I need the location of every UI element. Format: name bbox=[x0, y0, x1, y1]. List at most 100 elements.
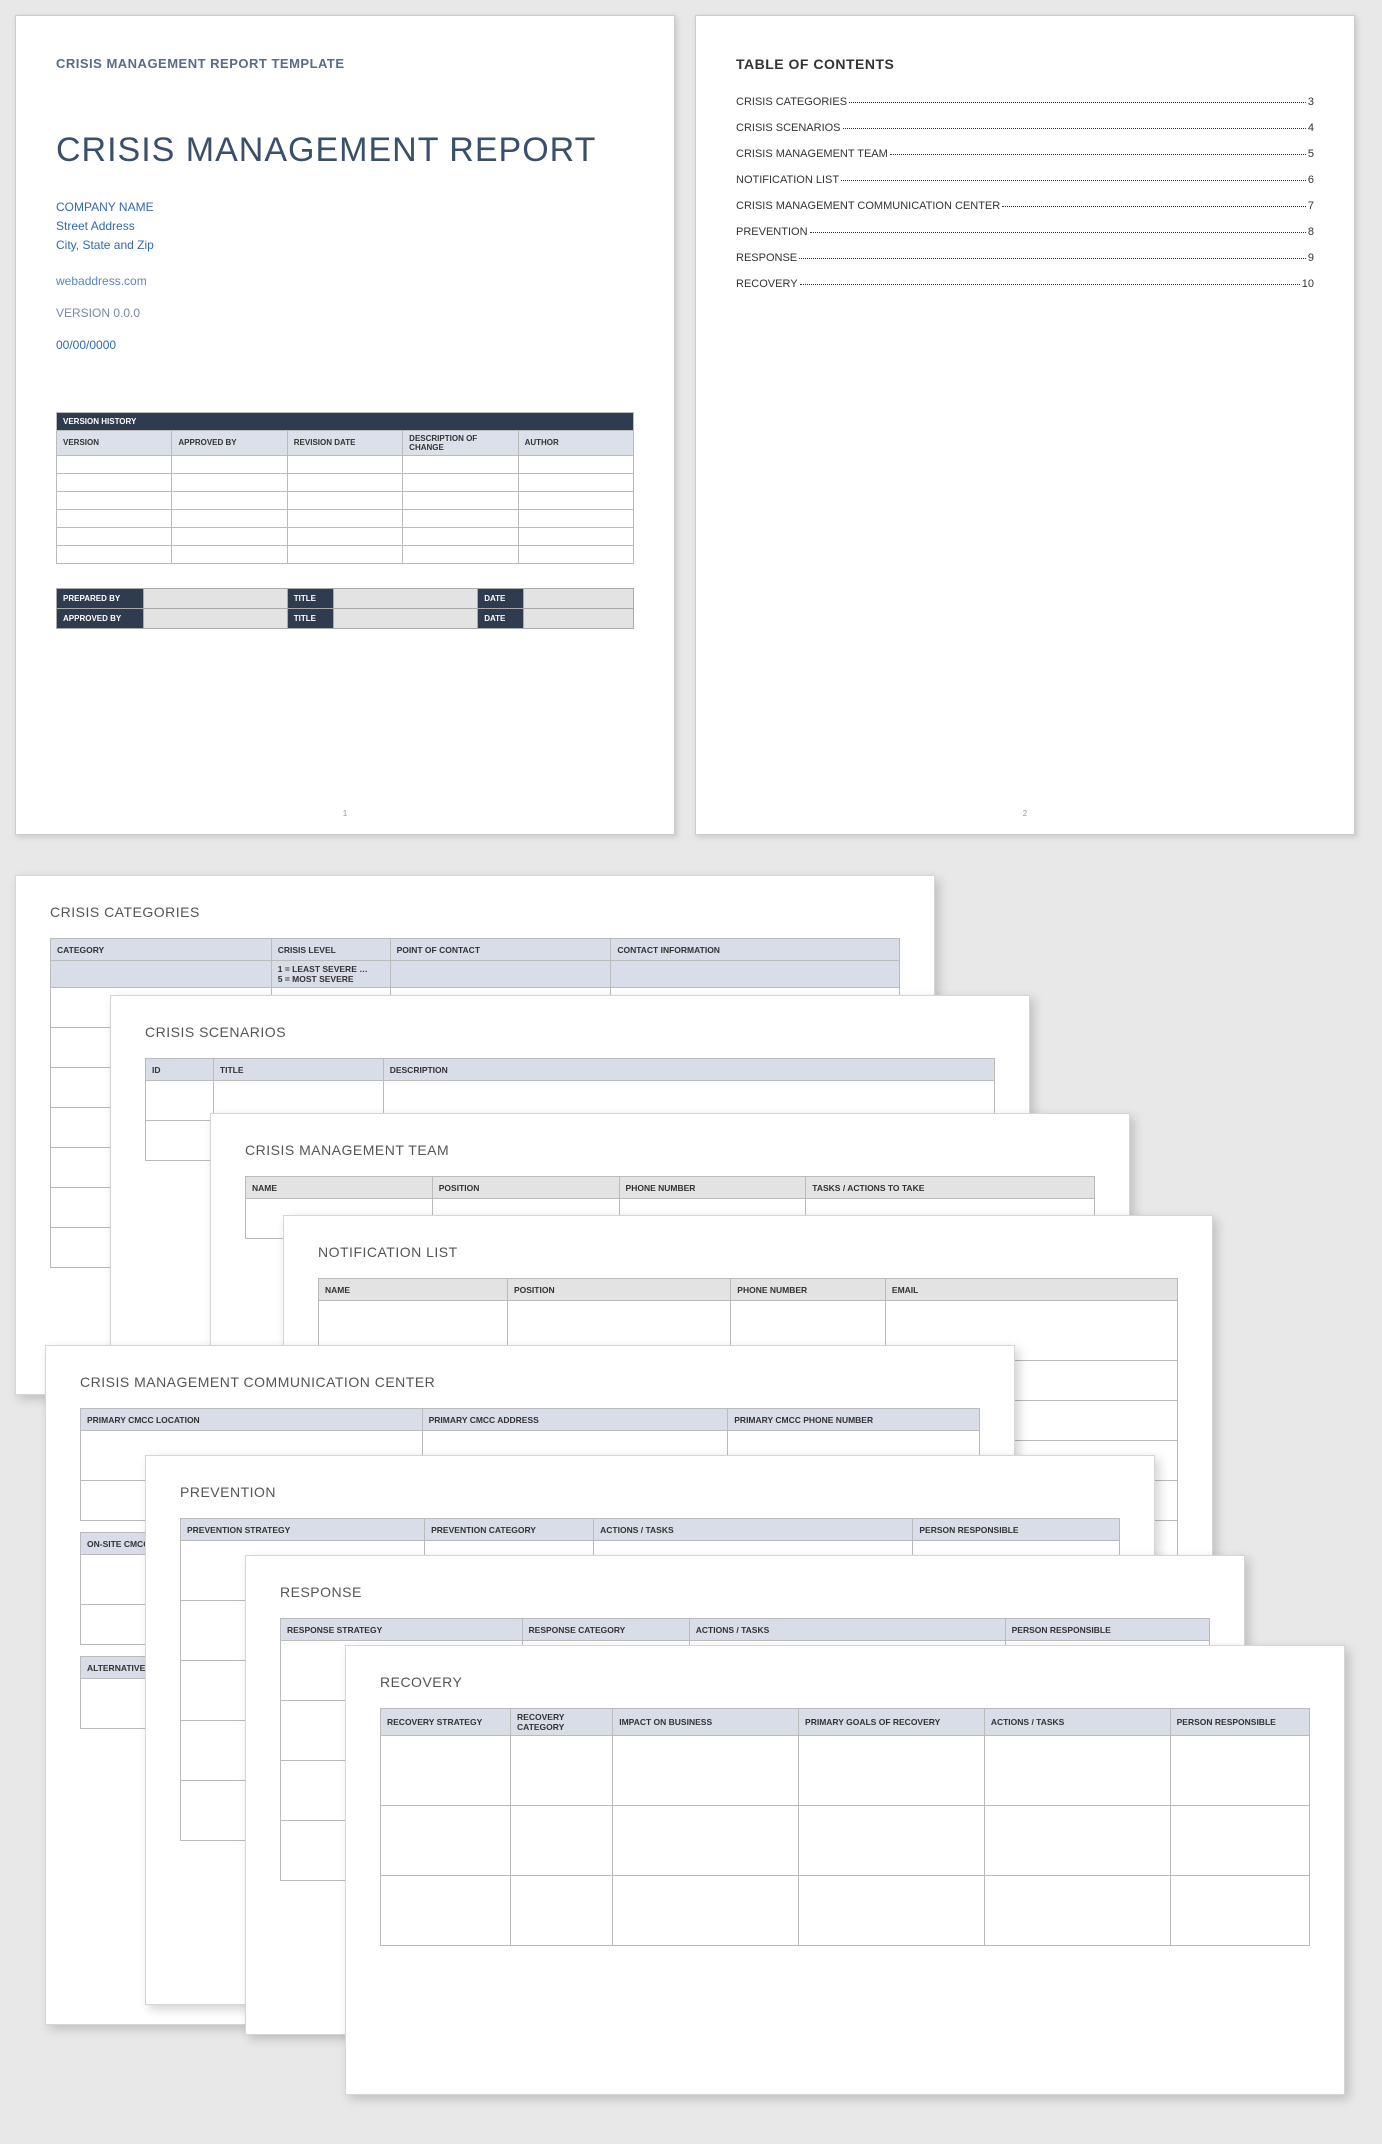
vh-col-approved: APPROVED BY bbox=[172, 430, 287, 455]
street-address: Street Address bbox=[56, 217, 634, 236]
heading-response: RESPONSE bbox=[280, 1584, 1210, 1600]
toc-row: NOTIFICATION LIST 6 bbox=[736, 174, 1314, 186]
doc-title: CRISIS MANAGEMENT REPORT bbox=[56, 131, 634, 170]
signature-table: PREPARED BY TITLE DATE APPROVED BY TITLE… bbox=[56, 588, 634, 629]
col-prev-strategy: PREVENTION STRATEGY bbox=[181, 1519, 425, 1541]
col-rec-category: RECOVERY CATEGORY bbox=[511, 1709, 613, 1736]
version-history-table: VERSION HISTORY VERSION APPROVED BY REVI… bbox=[56, 412, 634, 564]
date-value-2 bbox=[524, 608, 634, 628]
col-name: NAME bbox=[319, 1279, 508, 1301]
col-rec-impact: IMPACT ON BUSINESS bbox=[613, 1709, 799, 1736]
table-recovery: RECOVERY STRATEGY RECOVERY CATEGORY IMPA… bbox=[380, 1708, 1310, 1946]
toc-label: CRISIS MANAGEMENT COMMUNICATION CENTER bbox=[736, 200, 1000, 212]
toc-row: CRISIS MANAGEMENT TEAM 5 bbox=[736, 148, 1314, 160]
toc-page: 5 bbox=[1308, 148, 1314, 160]
toc-page: 3 bbox=[1308, 96, 1314, 108]
col-prev-person: PERSON RESPONSIBLE bbox=[913, 1519, 1120, 1541]
page-stack: CRISIS CATEGORIES CATEGORY CRISIS LEVEL … bbox=[15, 875, 1367, 2115]
heading-scenarios: CRISIS SCENARIOS bbox=[145, 1024, 995, 1040]
template-header: CRISIS MANAGEMENT REPORT TEMPLATE bbox=[56, 56, 634, 71]
toc-page: 4 bbox=[1308, 122, 1314, 134]
sub-level: 1 = LEAST SEVERE …5 = MOST SEVERE bbox=[271, 961, 390, 988]
title-value-2 bbox=[333, 608, 477, 628]
col-id: ID bbox=[146, 1059, 214, 1081]
company-block: COMPANY NAME Street Address City, State … bbox=[56, 198, 634, 256]
vh-col-revdate: REVISION DATE bbox=[287, 430, 402, 455]
col-cmcc-phone: PRIMARY CMCC PHONE NUMBER bbox=[728, 1409, 980, 1431]
col-prev-category: PREVENTION CATEGORY bbox=[425, 1519, 594, 1541]
col-rec-actions: ACTIONS / TASKS bbox=[984, 1709, 1170, 1736]
toc-row: CRISIS MANAGEMENT COMMUNICATION CENTER 7 bbox=[736, 200, 1314, 212]
col-tasks: TASKS / ACTIONS TO TAKE bbox=[806, 1177, 1095, 1199]
version-text: VERSION 0.0.0 bbox=[56, 306, 634, 320]
toc-row: RECOVERY10 bbox=[736, 278, 1314, 290]
toc-page: 9 bbox=[1308, 252, 1314, 264]
toc-label: PREVENTION bbox=[736, 226, 808, 238]
col-contact-info: CONTACT INFORMATION bbox=[611, 939, 900, 961]
template-page-2: TABLE OF CONTENTS CRISIS CATEGORIES 3 CRI… bbox=[695, 15, 1355, 835]
col-crisis-level: CRISIS LEVEL bbox=[271, 939, 390, 961]
page-number-1: 1 bbox=[16, 809, 674, 818]
template-page-1: CRISIS MANAGEMENT REPORT TEMPLATE CRISIS… bbox=[15, 15, 675, 835]
toc-row: CRISIS SCENARIOS 4 bbox=[736, 122, 1314, 134]
approved-by-label: APPROVED BY bbox=[57, 608, 144, 628]
col-contact: POINT OF CONTACT bbox=[390, 939, 611, 961]
col-title: TITLE bbox=[213, 1059, 383, 1081]
toc-label: CRISIS CATEGORIES bbox=[736, 96, 847, 108]
approved-by-value bbox=[143, 608, 287, 628]
heading-categories: CRISIS CATEGORIES bbox=[50, 904, 900, 920]
heading-team: CRISIS MANAGEMENT TEAM bbox=[245, 1142, 1095, 1158]
company-name: COMPANY NAME bbox=[56, 198, 634, 217]
toc-list: CRISIS CATEGORIES 3 CRISIS SCENARIOS 4 CRI… bbox=[736, 96, 1314, 290]
heading-cmcc: CRISIS MANAGEMENT COMMUNICATION CENTER bbox=[80, 1374, 980, 1390]
vh-col-version: VERSION bbox=[57, 430, 172, 455]
toc-label: NOTIFICATION LIST bbox=[736, 174, 839, 186]
col-resp-strategy: RESPONSE STRATEGY bbox=[281, 1619, 523, 1641]
web-address: webaddress.com bbox=[56, 274, 634, 288]
col-resp-person: PERSON RESPONSIBLE bbox=[1005, 1619, 1209, 1641]
toc-row: CRISIS CATEGORIES 3 bbox=[736, 96, 1314, 108]
title-value-1 bbox=[333, 588, 477, 608]
col-resp-actions: ACTIONS / TASKS bbox=[689, 1619, 1005, 1641]
col-rec-strategy: RECOVERY STRATEGY bbox=[381, 1709, 511, 1736]
toc-row: PREVENTION 8 bbox=[736, 226, 1314, 238]
vh-title: VERSION HISTORY bbox=[57, 412, 634, 430]
page-recovery: RECOVERY RECOVERY STRATEGY RECOVERY CATE… bbox=[345, 1645, 1345, 2095]
col-rec-person: PERSON RESPONSIBLE bbox=[1170, 1709, 1309, 1736]
col-cmcc-loc: PRIMARY CMCC LOCATION bbox=[81, 1409, 423, 1431]
toc-page: 7 bbox=[1308, 200, 1314, 212]
toc-page: 6 bbox=[1308, 174, 1314, 186]
col-position: POSITION bbox=[507, 1279, 730, 1301]
date-value-1 bbox=[524, 588, 634, 608]
col-email: EMAIL bbox=[885, 1279, 1177, 1301]
date-text: 00/00/0000 bbox=[56, 338, 634, 352]
col-rec-goals: PRIMARY GOALS OF RECOVERY bbox=[799, 1709, 985, 1736]
date-label-1: DATE bbox=[478, 588, 524, 608]
heading-recovery: RECOVERY bbox=[380, 1674, 1310, 1690]
col-cmcc-addr: PRIMARY CMCC ADDRESS bbox=[422, 1409, 728, 1431]
page-number-2: 2 bbox=[696, 809, 1354, 818]
toc-title: TABLE OF CONTENTS bbox=[736, 56, 1314, 72]
col-phone: PHONE NUMBER bbox=[619, 1177, 806, 1199]
prepared-by-value bbox=[143, 588, 287, 608]
col-name: NAME bbox=[246, 1177, 433, 1199]
toc-page: 8 bbox=[1308, 226, 1314, 238]
date-label-2: DATE bbox=[478, 608, 524, 628]
vh-col-author: AUTHOR bbox=[518, 430, 633, 455]
heading-notification: NOTIFICATION LIST bbox=[318, 1244, 1178, 1260]
toc-label: CRISIS SCENARIOS bbox=[736, 122, 841, 134]
col-position: POSITION bbox=[432, 1177, 619, 1199]
heading-prevention: PREVENTION bbox=[180, 1484, 1120, 1500]
col-resp-category: RESPONSE CATEGORY bbox=[522, 1619, 689, 1641]
prepared-by-label: PREPARED BY bbox=[57, 588, 144, 608]
vh-col-desc: DESCRIPTION OF CHANGE bbox=[403, 430, 518, 455]
toc-page: 10 bbox=[1302, 278, 1314, 290]
city-state-zip: City, State and Zip bbox=[56, 236, 634, 255]
col-phone: PHONE NUMBER bbox=[731, 1279, 886, 1301]
title-label-2: TITLE bbox=[287, 608, 333, 628]
toc-label: CRISIS MANAGEMENT TEAM bbox=[736, 148, 888, 160]
toc-label: RESPONSE bbox=[736, 252, 797, 264]
col-description: DESCRIPTION bbox=[383, 1059, 994, 1081]
title-label-1: TITLE bbox=[287, 588, 333, 608]
toc-row: RESPONSE 9 bbox=[736, 252, 1314, 264]
